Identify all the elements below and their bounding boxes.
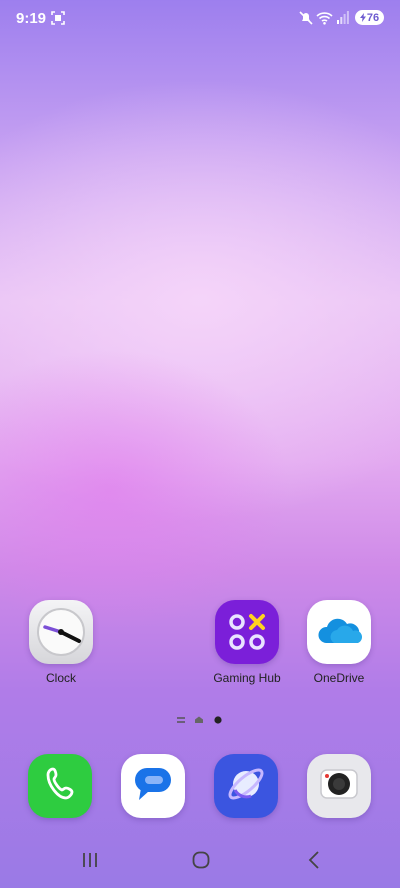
onedrive-icon: [307, 600, 371, 664]
back-icon: [308, 850, 320, 874]
dock-camera[interactable]: [307, 754, 371, 818]
signal-icon: [337, 11, 349, 29]
app-label: Gaming Hub: [213, 671, 281, 685]
app-label: Clock: [45, 671, 76, 685]
app-onedrive[interactable]: OneDrive: [299, 600, 379, 685]
status-time: 9:19: [16, 10, 47, 27]
app-gaming-hub[interactable]: Gaming Hub: [207, 600, 287, 685]
page-dot: [195, 716, 203, 723]
battery-charging-icon: 76: [355, 10, 384, 25]
phone-icon: [45, 767, 75, 806]
messages-icon: [133, 766, 173, 807]
dock-messages[interactable]: [121, 754, 185, 818]
recents-icon: [81, 852, 99, 873]
wifi-icon: [316, 11, 333, 30]
clock-icon: [29, 600, 93, 664]
camera-icon: [319, 766, 359, 807]
nav-home-button[interactable]: [181, 848, 221, 876]
mute-icon: [299, 11, 313, 30]
page-indicator[interactable]: [0, 712, 400, 724]
app-clock[interactable]: Clock: [21, 600, 101, 685]
nav-recents-button[interactable]: [70, 848, 110, 876]
dock-internet[interactable]: [214, 754, 278, 818]
internet-icon: [224, 762, 268, 811]
nav-back-button[interactable]: [294, 848, 334, 876]
gaming-hub-icon: [215, 600, 279, 664]
battery-level: 76: [366, 11, 380, 24]
screenshot-icon: [51, 11, 65, 30]
page-dot-current: [214, 716, 222, 724]
home-icon: [192, 851, 210, 874]
dock-phone[interactable]: [28, 754, 92, 818]
status-bar: 9:19 76: [0, 0, 400, 36]
app-label: OneDrive: [313, 671, 365, 685]
